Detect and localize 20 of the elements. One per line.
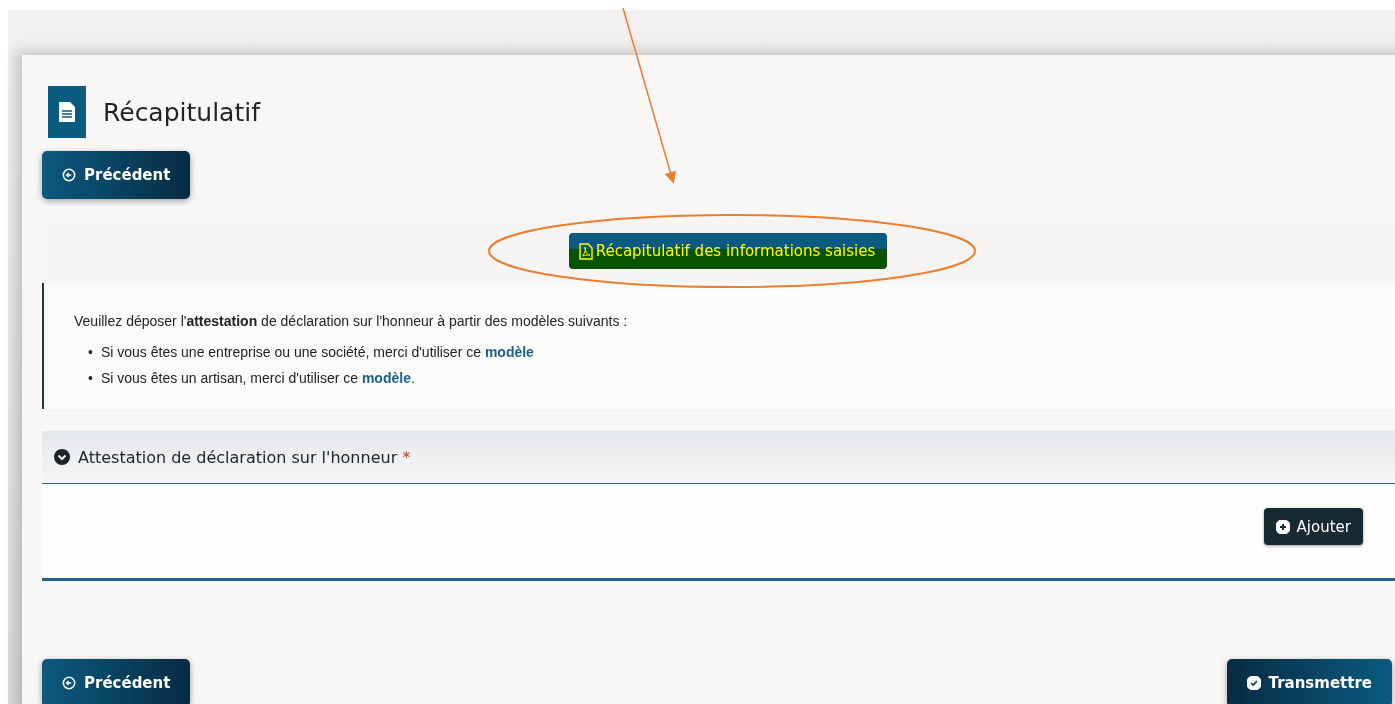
model-link[interactable]: modèle (484, 344, 534, 360)
page-title: Récapitulatif (103, 97, 260, 127)
bullet: • (88, 343, 93, 362)
submit-button[interactable]: Transmettre (1226, 659, 1392, 704)
section-title: Attestation de déclaration sur l'honneur * (78, 447, 411, 467)
summary-pdf-button[interactable]: Récapitulatif des informations saisies (568, 233, 888, 269)
model-link[interactable]: modèle (361, 370, 411, 386)
add-button[interactable]: Ajouter (1263, 508, 1363, 545)
notice-list-item: Si vous êtes une entreprise ou une société, merci d'utiliser ce modèle (100, 343, 534, 362)
pdf-icon (578, 242, 593, 260)
accordion-header[interactable]: Attestation de déclaration sur l'honneur * (42, 431, 1395, 484)
bullet: • (88, 369, 93, 388)
plus-icon (1275, 519, 1290, 534)
document-icon (48, 86, 86, 138)
notice-text: Veuillez déposer l'attestation de déclaration sur l'honneur à partir des modèles suivants : (74, 313, 629, 329)
previous-button[interactable]: Précédent (42, 151, 191, 199)
check-icon (1246, 676, 1261, 690)
previous-button[interactable]: Précédent (42, 659, 191, 704)
notice-list-item: Si vous êtes un artisan, merci d'utiliser ce modèle. (100, 369, 415, 388)
chevron-down-icon (54, 449, 70, 465)
